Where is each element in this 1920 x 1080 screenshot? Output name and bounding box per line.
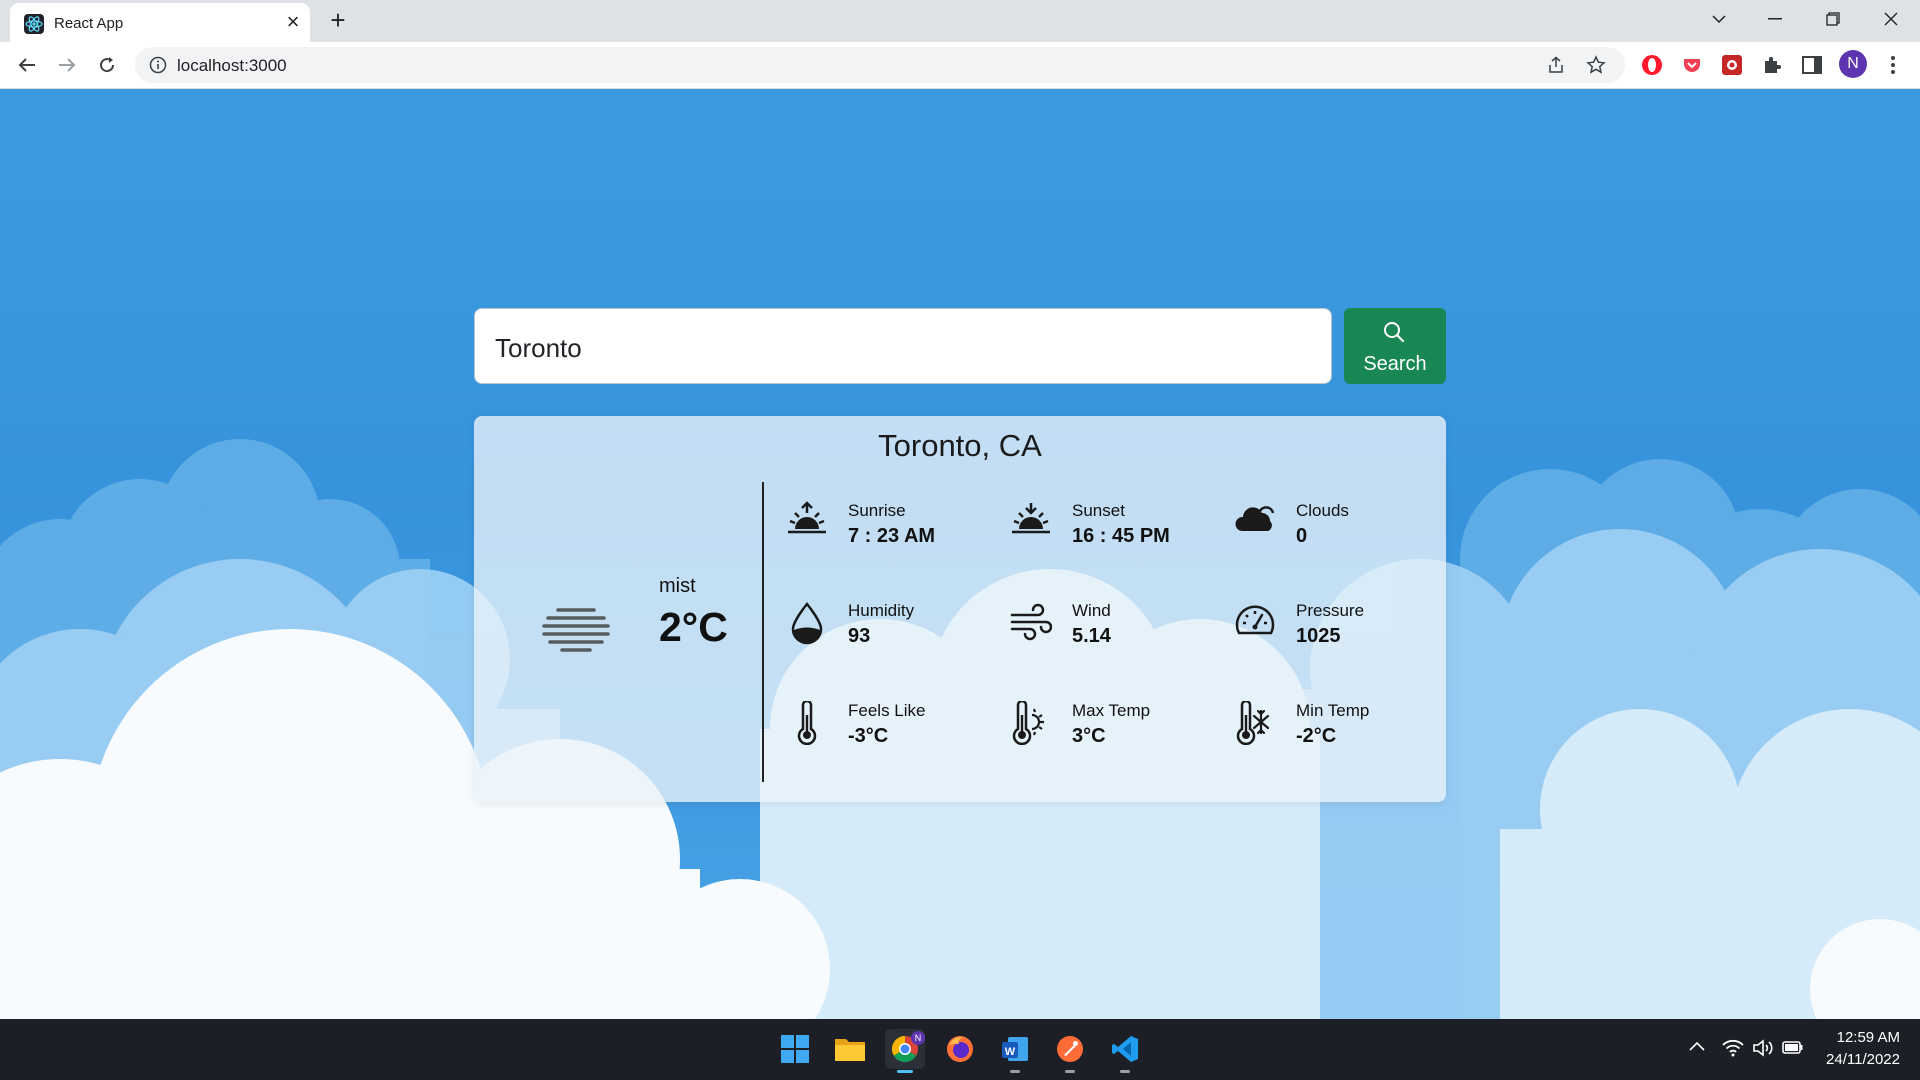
pressure-value: 1025 [1296,625,1341,647]
volume-icon[interactable] [1752,1039,1774,1059]
wind-value: 5.14 [1072,625,1111,647]
sunset-icon [1010,501,1052,545]
profile-initial: N [1847,55,1859,72]
stat-sunrise: Sunrise 7 : 23 AM [786,501,986,571]
site-info-icon[interactable] [149,56,167,74]
chrome-icon[interactable]: N [885,1029,925,1073]
humidity-label: Humidity [848,601,915,620]
stat-sunset: Sunset 16 : 45 PM [1010,501,1210,571]
mist-icon [540,604,612,659]
opera-extension-icon[interactable] [1639,52,1665,78]
running-app-indicator [1065,1070,1075,1073]
stat-min-temp: Min Temp -2°C [1234,699,1434,771]
city-search-input[interactable]: Toronto [474,308,1332,384]
browser-menu-icon[interactable] [1880,52,1906,78]
clouds-icon [1234,501,1276,545]
restore-window-icon[interactable] [1810,0,1856,38]
word-icon[interactable]: W [995,1029,1035,1073]
min-temp-label: Min Temp [1296,701,1370,720]
thermometer-sun-icon [1010,699,1052,746]
stat-clouds: Clouds 0 [1234,501,1434,571]
close-tab-icon[interactable]: × [280,9,306,35]
feels-like-label: Feels Like [848,701,926,720]
bookmark-star-icon[interactable] [1583,52,1609,78]
url-text[interactable]: localhost:3000 [177,56,287,76]
chrome-profile-badge: N [911,1031,925,1045]
running-app-indicator [1010,1070,1020,1073]
side-panel-icon[interactable] [1799,52,1825,78]
sunrise-label: Sunrise [848,501,906,520]
wind-icon [1010,601,1053,645]
browser-tab-bar: React App × + [0,0,1920,42]
reload-icon[interactable] [92,50,122,80]
thermometer-snow-icon [1234,699,1276,746]
tab-title: React App [54,15,124,32]
thermometer-icon [786,699,828,746]
card-divider [762,482,764,782]
show-hidden-icons-chevron-icon[interactable] [1688,1039,1710,1059]
windows-taskbar: N W 12:59 AM 24/11/2022 [0,1019,1920,1080]
city-search-value: Toronto [495,333,582,363]
stat-wind: Wind 5.14 [1010,601,1210,671]
pocket-extension-icon[interactable] [1679,52,1705,78]
postman-icon[interactable] [1050,1029,1090,1073]
svg-text:W: W [1005,1046,1016,1058]
browser-tab[interactable]: React App × [10,3,310,42]
minimize-window-icon[interactable] [1752,0,1798,38]
wifi-icon[interactable] [1722,1039,1744,1059]
search-icon [1382,320,1406,349]
clouds-label: Clouds [1296,501,1349,520]
max-temp-value: 3°C [1072,725,1106,747]
sunset-label: Sunset [1072,501,1125,520]
weather-condition: mist [659,575,696,597]
share-icon[interactable] [1543,52,1569,78]
browser-toolbar: localhost:3000 N [0,42,1920,89]
search-button[interactable]: Search [1344,308,1446,384]
forward-arrow-icon[interactable] [52,50,82,80]
close-window-icon[interactable] [1868,0,1914,38]
back-arrow-icon[interactable] [12,50,42,80]
search-button-label: Search [1363,353,1427,375]
max-temp-label: Max Temp [1072,701,1151,720]
min-temp-value: -2°C [1296,725,1337,747]
humidity-value: 93 [848,625,871,647]
stat-humidity: Humidity 93 [786,601,986,671]
react-favicon-icon [24,14,44,34]
running-app-indicator [1120,1070,1130,1073]
windows-start-icon[interactable] [775,1029,815,1069]
weather-card: Toronto, CA mist 2°C Sunrise 7 : 23 AM S… [474,416,1446,802]
extensions-puzzle-icon[interactable] [1759,52,1785,78]
new-tab-button[interactable]: + [324,6,352,34]
tab-search-icon[interactable] [1696,0,1742,38]
red-extension-icon[interactable] [1719,52,1745,78]
vscode-icon[interactable] [1105,1029,1145,1073]
active-app-indicator [897,1070,913,1073]
clock-time[interactable]: 12:59 AM [1800,1029,1900,1046]
clouds-value: 0 [1296,525,1308,547]
stat-pressure: Pressure 1025 [1234,601,1434,671]
sunset-value: 16 : 45 PM [1072,525,1170,547]
weather-app-page: Toronto Search Toronto, CA mist 2°C Sunr… [0,89,1920,1019]
clock-date[interactable]: 24/11/2022 [1800,1051,1900,1068]
stat-feels-like: Feels Like -3°C [786,699,986,771]
pressure-gauge-icon [1234,601,1276,645]
sunrise-value: 7 : 23 AM [848,525,936,547]
firefox-icon[interactable] [940,1029,980,1069]
file-explorer-icon[interactable] [830,1029,870,1069]
sunrise-icon [786,501,828,545]
address-bar[interactable]: localhost:3000 [135,47,1625,83]
pressure-label: Pressure [1296,601,1365,620]
humidity-icon [786,601,828,645]
profile-avatar[interactable]: N [1839,50,1867,78]
wind-label: Wind [1072,601,1111,620]
feels-like-value: -3°C [848,725,889,747]
location-title: Toronto, CA [878,428,1042,463]
current-temperature: 2°C [659,604,728,650]
stat-max-temp: Max Temp 3°C [1010,699,1210,771]
